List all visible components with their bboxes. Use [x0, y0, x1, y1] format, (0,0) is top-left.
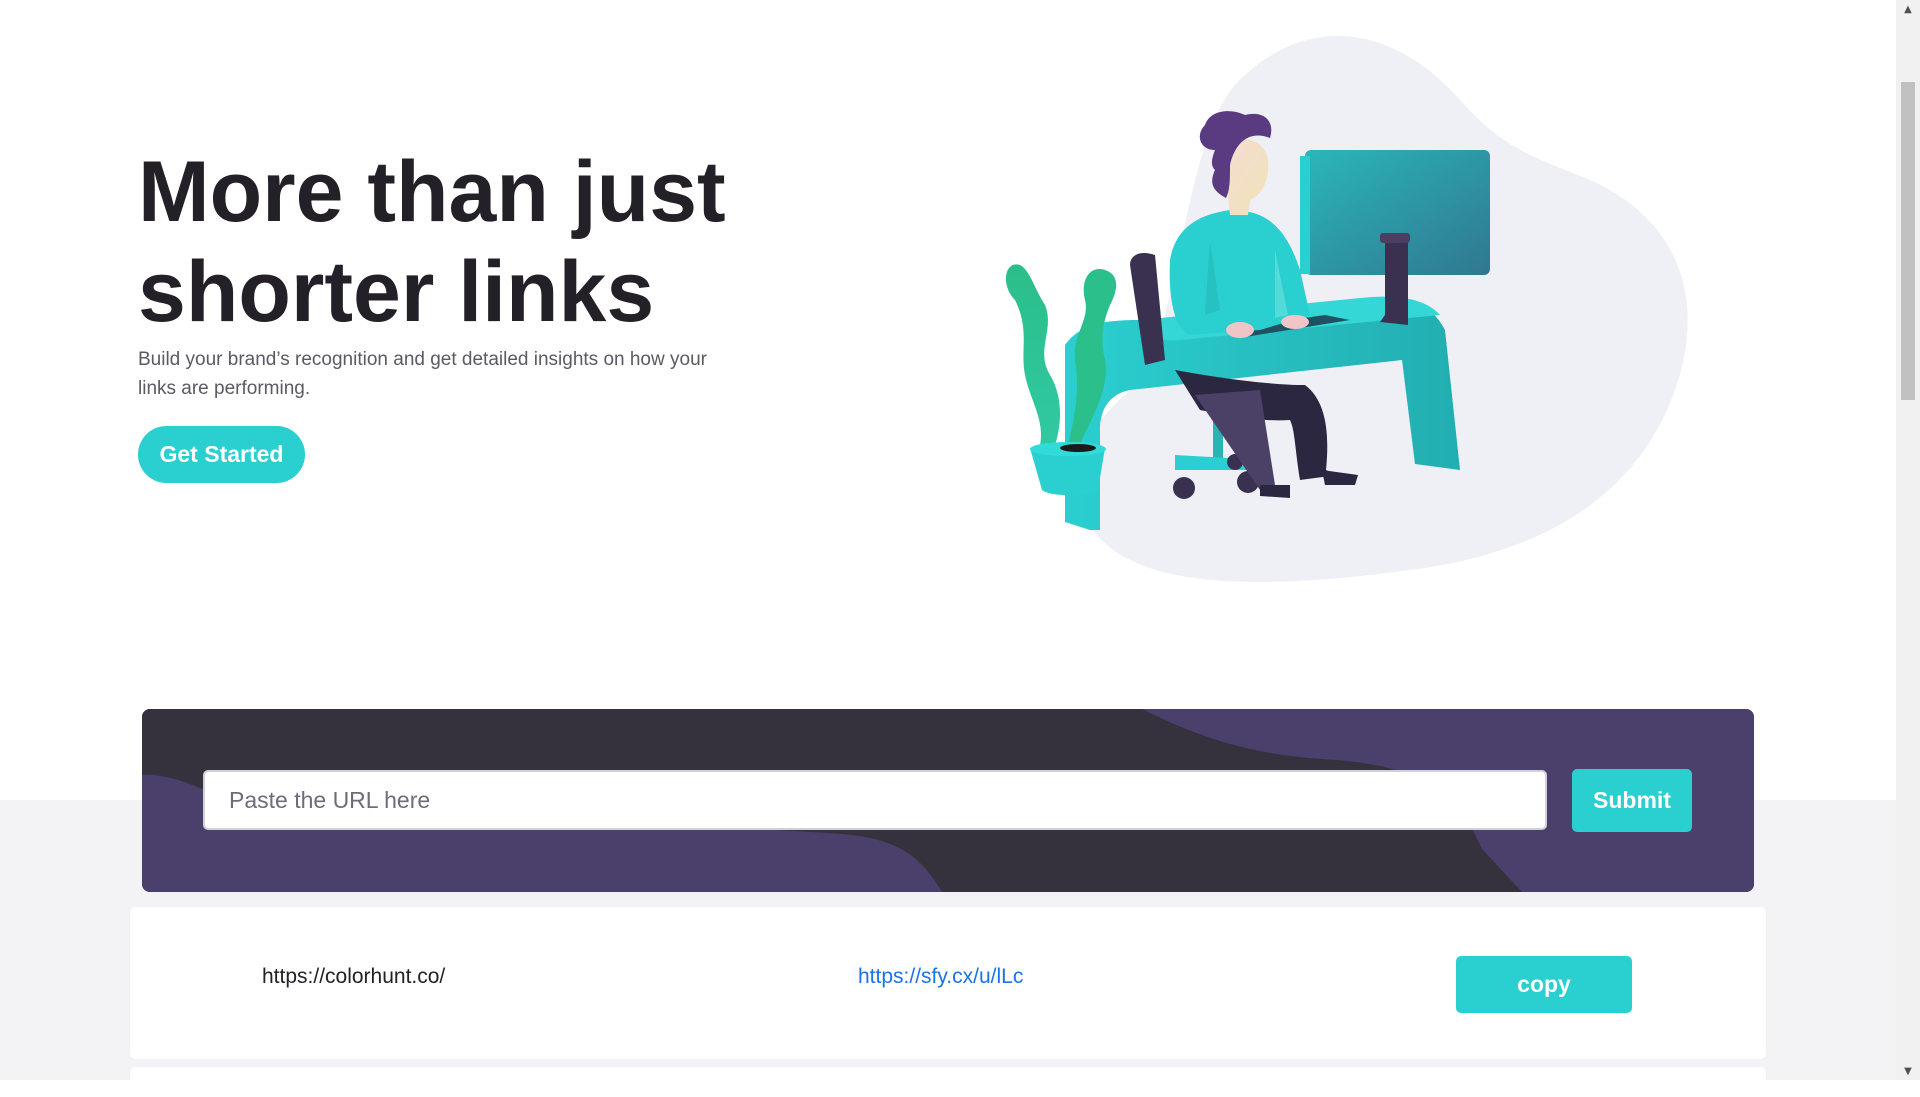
hero-subtitle: Build your brand’s recognition and get d…: [138, 349, 707, 399]
hero-title: More than just shorter links: [138, 144, 726, 340]
original-url: https://colorhunt.co/: [262, 965, 446, 988]
result-row-partial: [130, 1067, 1766, 1097]
get-started-button[interactable]: Get Started: [138, 426, 305, 483]
url-input[interactable]: [203, 770, 1547, 830]
page: More than just shorter links Build your …: [0, 0, 1896, 1097]
copy-button[interactable]: copy: [1456, 956, 1632, 1013]
plant-leaves: [1005, 264, 1060, 445]
result-row: https://colorhunt.co/ https://sfy.cx/u/l…: [130, 907, 1766, 1059]
submit-button[interactable]: Submit: [1572, 769, 1692, 832]
scrollbar-thumb[interactable]: [1901, 82, 1915, 400]
short-url-link[interactable]: https://sfy.cx/u/lLc: [858, 965, 1023, 989]
shorten-form: Submit: [142, 709, 1754, 892]
vertical-scrollbar[interactable]: ▲ ▼: [1896, 0, 1920, 1080]
working-person-illustration: [1005, 36, 1688, 582]
scroll-down-arrow-icon[interactable]: ▼: [1896, 1062, 1920, 1080]
scroll-up-arrow-icon[interactable]: ▲: [1896, 0, 1920, 18]
